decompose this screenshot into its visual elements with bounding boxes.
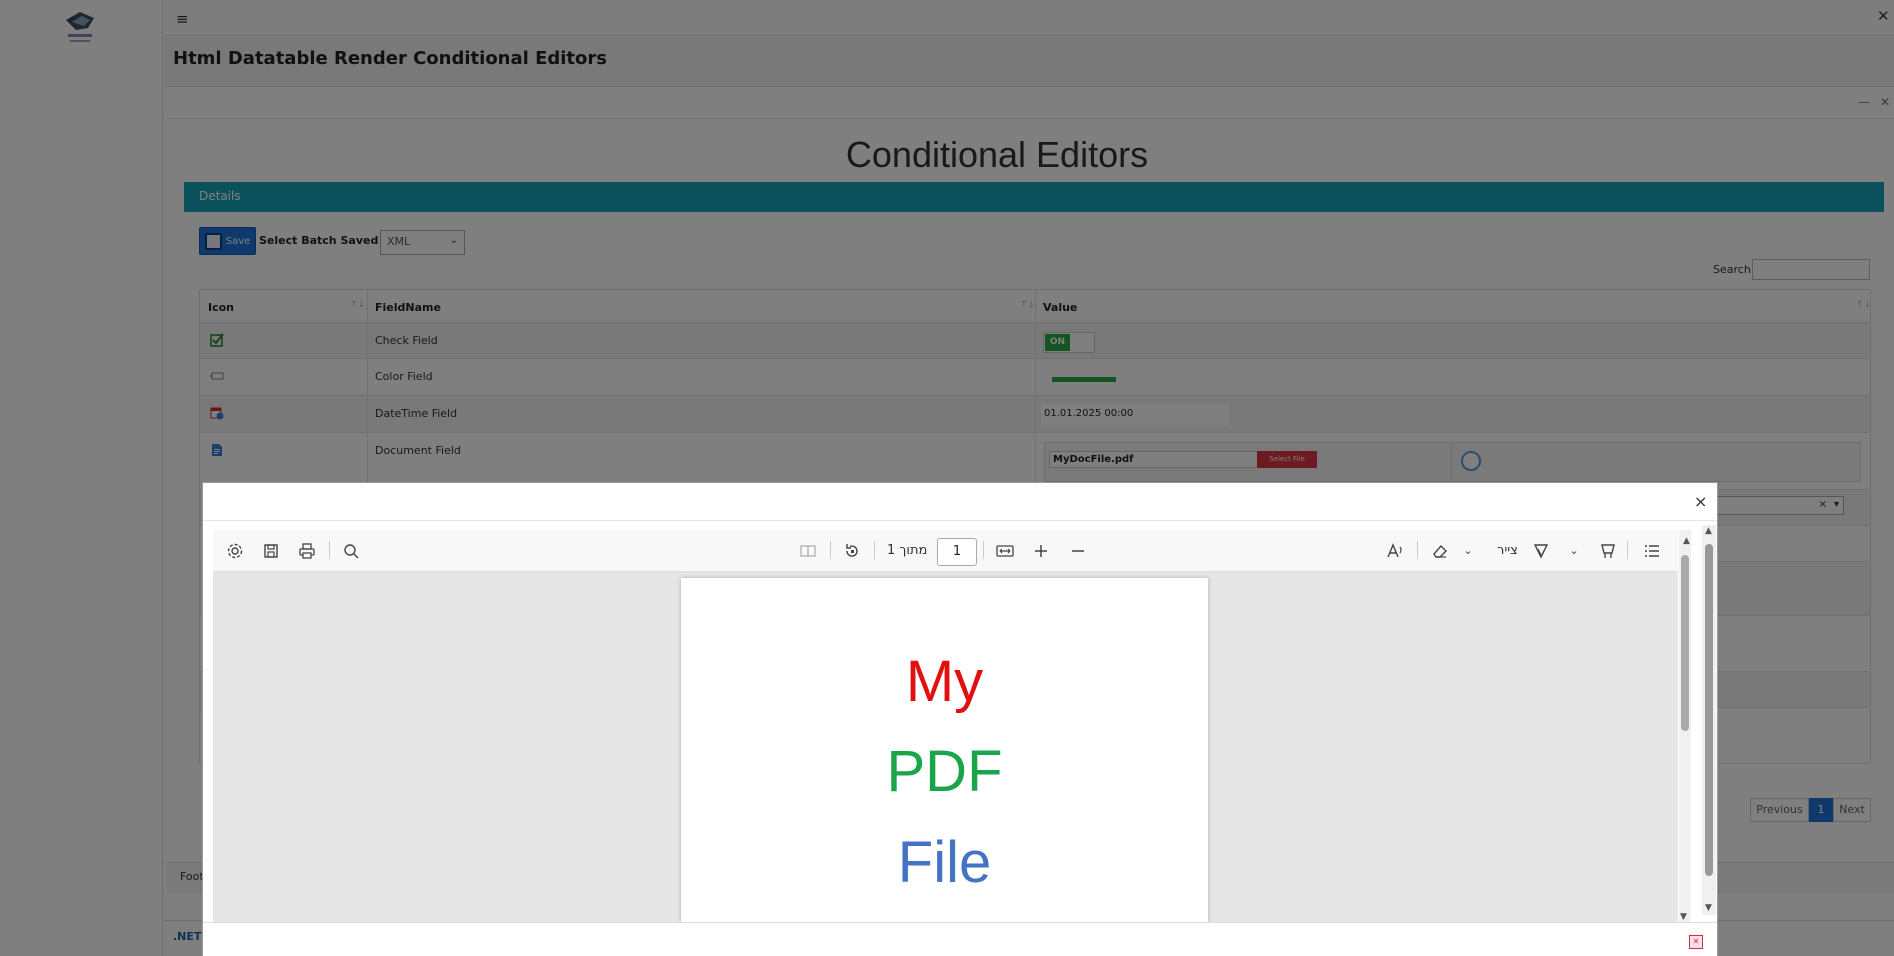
- rotate-icon[interactable]: [842, 541, 862, 561]
- eraser-icon[interactable]: [1430, 541, 1450, 561]
- scroll-down-icon[interactable]: ▼: [1705, 903, 1712, 913]
- scroll-up-icon[interactable]: ▲: [1683, 536, 1690, 546]
- two-page-view-icon[interactable]: [798, 541, 818, 561]
- toolbar-separator: [830, 541, 831, 559]
- read-aloud-icon[interactable]: [1385, 541, 1405, 561]
- viewer-scrollbar-thumb[interactable]: [1681, 555, 1689, 731]
- zoom-out-icon[interactable]: [1068, 541, 1088, 561]
- chevron-down-icon[interactable]: ⌄: [1564, 541, 1584, 561]
- scroll-down-icon[interactable]: ▼: [1680, 912, 1687, 922]
- print-icon[interactable]: [297, 541, 317, 561]
- page-count-label: מתוך 1: [887, 543, 928, 558]
- scroll-up-icon[interactable]: ▲: [1705, 526, 1712, 536]
- fit-width-icon[interactable]: [995, 541, 1015, 561]
- modal-close-icon[interactable]: ×: [1694, 492, 1707, 511]
- draw-label[interactable]: צייר: [1497, 543, 1518, 558]
- toolbar-separator: [1417, 541, 1418, 559]
- zoom-in-icon[interactable]: [1031, 541, 1051, 561]
- page-number-input[interactable]: 1: [937, 538, 977, 566]
- toolbar-separator: [983, 541, 984, 559]
- modal-header-divider: [203, 520, 1717, 521]
- search-icon[interactable]: [341, 541, 361, 561]
- settings-icon[interactable]: [225, 541, 245, 561]
- save-icon[interactable]: [261, 541, 281, 561]
- contents-list-icon[interactable]: [1642, 541, 1662, 561]
- pdf-text-line: My: [905, 649, 984, 714]
- modal-scrollbar-thumb[interactable]: [1705, 544, 1713, 876]
- chevron-down-icon[interactable]: ⌄: [1458, 541, 1478, 561]
- pdf-file-icon[interactable]: ✕: [1689, 935, 1703, 949]
- toolbar-separator: [1627, 541, 1628, 559]
- toolbar-separator: [329, 541, 330, 559]
- pdf-text-line: File: [897, 830, 992, 895]
- toolbar-separator: [874, 541, 875, 559]
- draw-pen-icon[interactable]: [1531, 541, 1551, 561]
- pdf-page: My PDF File: [681, 578, 1208, 922]
- highlight-icon[interactable]: [1598, 541, 1618, 561]
- modal-footer: [203, 922, 1717, 956]
- pdf-text-line: PDF: [886, 739, 1003, 804]
